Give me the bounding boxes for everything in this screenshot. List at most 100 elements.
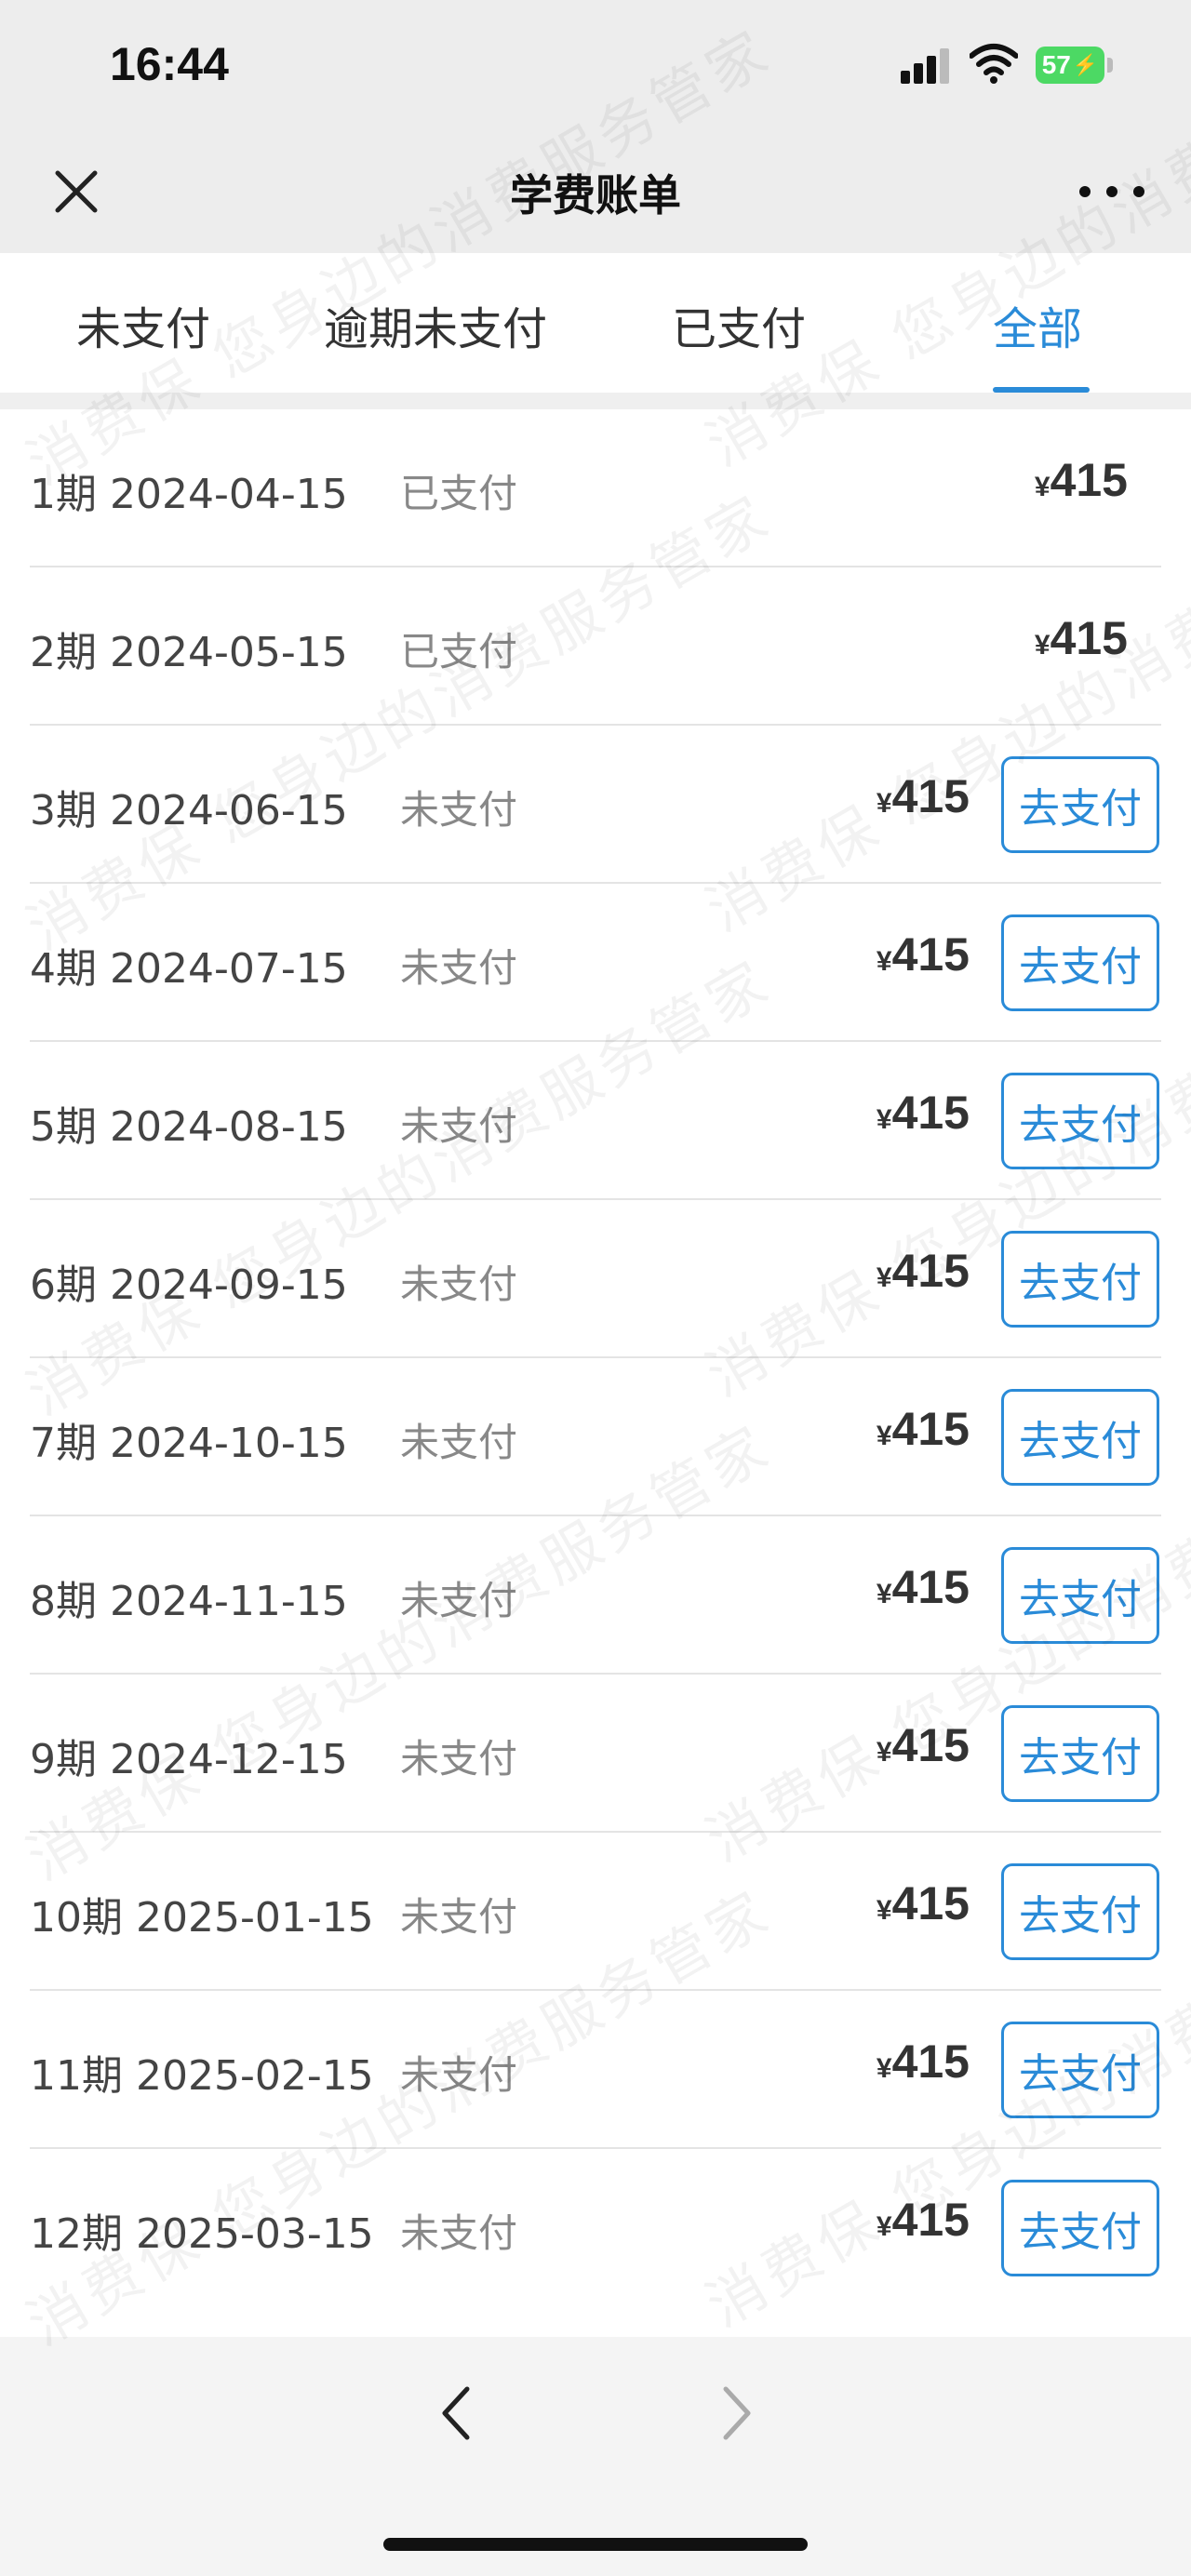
bill-status: 已支付 (400, 629, 518, 674)
bill-period: 2期 2024-05-15 (30, 629, 348, 676)
currency-symbol: ¥ (876, 2211, 892, 2242)
bill-amount-value: 415 (891, 1087, 970, 1139)
bill-amount-value: 415 (891, 1245, 970, 1297)
pay-button[interactable]: 去支付 (1001, 914, 1159, 1011)
pay-button[interactable]: 去支付 (1001, 1863, 1159, 1960)
bill-period: 11期 2025-02-15 (30, 2052, 374, 2100)
currency-symbol: ¥ (1034, 630, 1050, 661)
battery-tip (1107, 58, 1113, 73)
bill-list: 1期 2024-04-15 已支付 ¥415 2期 2024-05-15 已支付… (0, 409, 1191, 2337)
bill-amount: ¥415 (877, 1560, 970, 1614)
bill-amount: ¥415 (877, 769, 970, 823)
bill-period: 4期 2024-07-15 (30, 945, 348, 993)
tab-unpaid[interactable]: 未支付 (76, 292, 210, 357)
home-indicator (383, 2538, 808, 2551)
pay-button[interactable]: 去支付 (1001, 1705, 1159, 1802)
pay-button[interactable]: 去支付 (1001, 2022, 1159, 2118)
bill-row: 1期 2024-04-15 已支付 ¥415 (0, 409, 1191, 567)
bill-amount-value: 415 (1050, 612, 1128, 664)
bill-status: 未支付 (400, 2052, 518, 2098)
bill-period: 5期 2024-08-15 (30, 1103, 348, 1151)
currency-symbol: ¥ (876, 1262, 892, 1293)
battery-level: 57 (1041, 50, 1071, 79)
bill-status: 未支付 (400, 1578, 518, 1623)
currency-symbol: ¥ (876, 946, 892, 977)
bill-status: 未支付 (400, 1736, 518, 1782)
bill-period: 10期 2025-01-15 (30, 1894, 374, 1942)
bill-row: 5期 2024-08-15 未支付 ¥415 去支付 (0, 1042, 1191, 1200)
bill-status: 未支付 (400, 945, 518, 991)
bill-row: 2期 2024-05-15 已支付 ¥415 (0, 567, 1191, 726)
currency-symbol: ¥ (876, 788, 892, 819)
currency-symbol: ¥ (876, 1895, 892, 1926)
chevron-left-icon[interactable] (437, 2383, 475, 2443)
currency-symbol: ¥ (876, 1421, 892, 1451)
pay-button[interactable]: 去支付 (1001, 1073, 1159, 1169)
chevron-right-icon[interactable] (718, 2383, 756, 2443)
bill-amount: ¥415 (1035, 453, 1128, 507)
section-gap (0, 393, 1191, 409)
bill-amount-value: 415 (1050, 454, 1128, 506)
bill-period: 8期 2024-11-15 (30, 1578, 348, 1625)
currency-symbol: ¥ (876, 1579, 892, 1609)
more-icon[interactable] (1079, 182, 1144, 201)
tab-overdue[interactable]: 逾期未支付 (324, 292, 547, 357)
pay-button[interactable]: 去支付 (1001, 756, 1159, 853)
bill-amount: ¥415 (1035, 611, 1128, 665)
bill-period: 6期 2024-09-15 (30, 1261, 348, 1309)
wifi-icon (970, 44, 1018, 84)
currency-symbol: ¥ (876, 1737, 892, 1768)
tab-paid[interactable]: 已支付 (672, 292, 806, 357)
bill-amount-value: 415 (891, 1403, 970, 1455)
more-dot (1079, 186, 1091, 197)
page-title: 学费账单 (510, 170, 681, 220)
currency-symbol: ¥ (876, 2053, 892, 2084)
more-dot (1106, 186, 1117, 197)
bill-amount-value: 415 (891, 1877, 970, 1929)
bill-amount: ¥415 (877, 1876, 970, 1930)
bill-amount: ¥415 (877, 2193, 970, 2247)
pay-button[interactable]: 去支付 (1001, 1389, 1159, 1486)
bill-status: 未支付 (400, 1894, 518, 1940)
bill-period: 3期 2024-06-15 (30, 787, 348, 834)
signal-icon (901, 48, 949, 84)
bill-status: 未支付 (400, 1103, 518, 1149)
bill-amount: ¥415 (877, 2035, 970, 2089)
bill-amount-value: 415 (891, 1719, 970, 1771)
bill-tabs: 未支付 逾期未支付 已支付 全部 (0, 253, 1191, 393)
bill-row: 6期 2024-09-15 未支付 ¥415 去支付 (0, 1200, 1191, 1358)
bill-period: 1期 2024-04-15 (30, 471, 348, 518)
bill-amount-value: 415 (891, 1561, 970, 1613)
bill-amount: ¥415 (877, 1086, 970, 1140)
bill-amount-value: 415 (891, 2194, 970, 2246)
bill-row: 11期 2025-02-15 未支付 ¥415 去支付 (0, 1991, 1191, 2149)
pay-button[interactable]: 去支付 (1001, 1231, 1159, 1328)
bill-row: 7期 2024-10-15 未支付 ¥415 去支付 (0, 1358, 1191, 1516)
tab-all[interactable]: 全部 (993, 292, 1082, 357)
bill-amount: ¥415 (877, 1718, 970, 1772)
bill-status: 已支付 (400, 471, 518, 516)
bill-amount: ¥415 (877, 1244, 970, 1298)
bill-amount-value: 415 (891, 770, 970, 822)
bill-amount-value: 415 (891, 2035, 970, 2088)
bill-amount: ¥415 (877, 1402, 970, 1456)
bill-status: 未支付 (400, 787, 518, 833)
bill-row: 4期 2024-07-15 未支付 ¥415 去支付 (0, 884, 1191, 1042)
bill-status: 未支付 (400, 1261, 518, 1307)
currency-symbol: ¥ (1034, 472, 1050, 502)
bill-amount: ¥415 (877, 928, 970, 981)
currency-symbol: ¥ (876, 1104, 892, 1135)
battery-icon: 57 ⚡ (1036, 47, 1104, 84)
bill-row: 12期 2025-03-15 未支付 ¥415 去支付 (0, 2149, 1191, 2307)
pay-button[interactable]: 去支付 (1001, 2180, 1159, 2276)
pay-button[interactable]: 去支付 (1001, 1547, 1159, 1644)
status-time: 16:44 (110, 38, 229, 90)
bill-status: 未支付 (400, 2210, 518, 2256)
bill-row: 9期 2024-12-15 未支付 ¥415 去支付 (0, 1675, 1191, 1833)
bill-period: 12期 2025-03-15 (30, 2210, 374, 2258)
bill-amount-value: 415 (891, 928, 970, 981)
bill-page: 16:44 57 ⚡ 学费账单 未支付 逾期未支付 已支付 全部 1期 2024… (0, 0, 1191, 2576)
more-dot (1133, 186, 1144, 197)
bill-period: 7期 2024-10-15 (30, 1420, 348, 1467)
bill-status: 未支付 (400, 1420, 518, 1465)
